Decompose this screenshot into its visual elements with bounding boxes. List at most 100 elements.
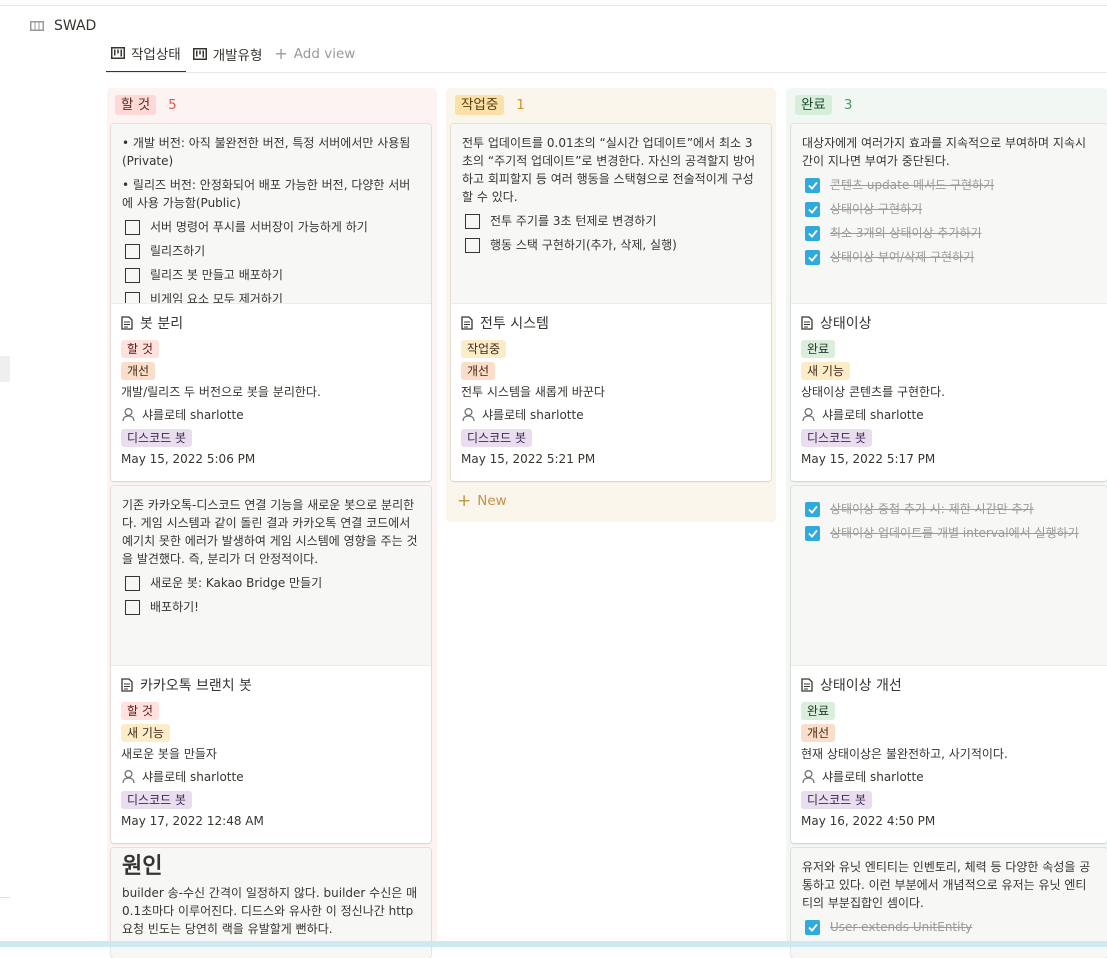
todo-item: 최소 3개의 상태이상 추가하기 <box>805 224 1096 242</box>
checkbox[interactable] <box>465 237 480 253</box>
card-preview: 기존 카카오톡-디스코드 연결 기능을 새로운 봇으로 분리한다. 게임 시스템… <box>111 486 431 666</box>
todo-item: 상태이상 중첩 추가 시: 제한 시간만 추가 <box>805 500 1096 518</box>
page-icon <box>461 316 473 330</box>
card-title: 봇 분리 <box>140 316 184 332</box>
page-icon <box>121 678 133 692</box>
database-title-text: SWAD <box>54 18 97 34</box>
created-date: May 15, 2022 5:17 PM <box>801 452 936 466</box>
checked-checkbox[interactable] <box>805 177 820 193</box>
card-title: 상태이상 개선 <box>820 678 902 694</box>
tab-label: 개발유형 <box>212 48 263 64</box>
status-tag: 완료 <box>801 340 836 358</box>
checked-checkbox[interactable] <box>805 501 820 517</box>
checked-checkbox[interactable] <box>805 525 820 541</box>
avatar-icon <box>122 769 135 783</box>
checkbox[interactable] <box>125 291 140 303</box>
column-label: 작업중 <box>455 95 505 115</box>
column-header-todo[interactable]: 할 것 5 <box>115 95 177 115</box>
preview-bullet: 릴리즈 버전: 안정화되어 배포 가능한 버전, 다양한 서버에 사용 가능함(… <box>122 178 411 210</box>
card-description: 새로운 봇을 만들자 <box>121 747 217 761</box>
created-date: May 16, 2022 4:50 PM <box>801 814 936 828</box>
add-view-label: Add view <box>293 46 356 62</box>
column-count: 1 <box>516 97 525 113</box>
gallery-icon <box>30 21 44 31</box>
card-preview: 전투 업데이트를 0.01초의 “실시간 업데이트”에서 최소 3초의 “주기적… <box>451 124 771 304</box>
todo-item: 콘텐츠 update 메서드 구현하기 <box>805 176 1096 194</box>
plus-icon: + <box>457 491 472 511</box>
todo-item: 서버 명령어 푸시를 서버장이 가능하게 하기 <box>125 218 420 236</box>
type-tag: 개선 <box>461 362 496 380</box>
todo-item: 릴리즈하기 <box>125 242 420 260</box>
checkbox[interactable] <box>125 243 140 259</box>
created-date: May 17, 2022 12:48 AM <box>121 814 264 828</box>
column-header-in-progress[interactable]: 작업중 1 <box>455 95 525 115</box>
checkbox[interactable] <box>125 219 140 235</box>
checkbox[interactable] <box>125 575 140 591</box>
category-tag: 디스코드 봇 <box>121 791 193 809</box>
preview-text: 기존 카카오톡-디스코드 연결 기능을 새로운 봇으로 분리한다. 게임 시스템… <box>122 498 418 566</box>
assignee-name: 샤를로테 sharlotte <box>822 407 924 422</box>
card-status-effect[interactable]: 대상자에게 여러가지 효과를 지속적으로 부여하며 지속시간이 지나면 부여가 … <box>791 124 1107 481</box>
preview-heading: 원인 <box>122 854 163 879</box>
card-battle-system[interactable]: 전투 업데이트를 0.01초의 “실시간 업데이트”에서 최소 3초의 “주기적… <box>451 124 771 481</box>
assignee-name: 샤를로테 sharlotte <box>482 407 584 422</box>
tab-type-board[interactable]: 개발유형 <box>188 44 268 72</box>
checked-checkbox[interactable] <box>805 225 820 241</box>
card-body: 봇 분리 할 것 개선 개발/릴리즈 두 버전으로 봇을 분리한다. 샤를로테 … <box>111 312 431 468</box>
preview-bullet: 개발 버전: 아직 불완전한 버전, 특정 서버에서만 사용됨(Private) <box>122 136 411 168</box>
todo-item: 릴리즈 봇 만들고 배포하기 <box>125 266 420 284</box>
category-tag: 디스코드 봇 <box>121 429 193 447</box>
column-count: 3 <box>843 97 853 113</box>
page-icon <box>801 678 813 692</box>
new-card-button[interactable]: + New <box>457 491 507 511</box>
view-tabs: 작업상태 개발유형 + Add view <box>106 43 360 73</box>
type-tag: 개선 <box>121 362 156 380</box>
bottom-scroll-strip <box>0 941 1107 947</box>
card-bot-split[interactable]: • 개발 버전: 아직 불완전한 버전, 특정 서버에서만 사용됨(Privat… <box>111 124 431 481</box>
type-tag: 개선 <box>801 724 836 742</box>
tab-status-board[interactable]: 작업상태 <box>106 43 186 73</box>
checkbox[interactable] <box>465 213 480 229</box>
column-label: 완료 <box>795 95 832 115</box>
todo-item: 상태이상 구현하기 <box>805 200 1096 218</box>
category-tag: 디스코드 봇 <box>801 791 873 809</box>
board-icon <box>111 47 125 59</box>
preview-text: 유저와 유닛 엔티티는 인벤토리, 체력 등 다양한 속성을 공통하고 있다. … <box>802 860 1091 910</box>
database-title[interactable]: SWAD <box>30 18 96 34</box>
assignee-name: 샤를로테 sharlotte <box>142 407 244 422</box>
checked-checkbox[interactable] <box>805 919 820 935</box>
column-label: 할 것 <box>115 95 157 115</box>
top-border <box>0 5 1107 6</box>
status-tag: 할 것 <box>121 340 159 358</box>
checked-checkbox[interactable] <box>805 249 820 265</box>
todo-item: 배포하기! <box>125 598 420 616</box>
add-view-button[interactable]: + Add view <box>269 46 360 70</box>
views-divider <box>106 72 1107 73</box>
preview-text: builder 송-수신 간격이 일정하지 않다. builder 수신은 매 … <box>122 886 418 936</box>
todo-item: User extends UnitEntity <box>805 918 1096 936</box>
card-title: 전투 시스템 <box>480 316 549 332</box>
card-preview: 상태이상 중첩 추가 시: 제한 시간만 추가 상태이상 업데이트를 개별 in… <box>791 486 1107 666</box>
card-body: 전투 시스템 작업중 개선 전투 시스템을 새롭게 바꾼다 샤를로테 sharl… <box>451 312 771 468</box>
todo-item: 전투 주기를 3초 턴제로 변경하기 <box>465 212 760 230</box>
card-kakao-branch-bot[interactable]: 기존 카카오톡-디스코드 연결 기능을 새로운 봇으로 분리한다. 게임 시스템… <box>111 486 431 843</box>
card-description: 현재 상태이상은 불완전하고, 사기적이다. <box>801 747 1008 761</box>
preview-text: 전투 업데이트를 0.01초의 “실시간 업데이트”에서 최소 3초의 “주기적… <box>462 136 756 204</box>
page-icon <box>801 316 813 330</box>
card-status-effect-improve[interactable]: 상태이상 중첩 추가 시: 제한 시간만 추가 상태이상 업데이트를 개별 in… <box>791 486 1107 843</box>
card-body: 상태이상 개선 완료 개선 현재 상태이상은 불완전하고, 사기적이다. 샤를로… <box>791 674 1107 830</box>
card-description: 개발/릴리즈 두 버전으로 봇을 분리한다. <box>121 385 321 399</box>
card-preview: 대상자에게 여러가지 효과를 지속적으로 부여하며 지속시간이 지나면 부여가 … <box>791 124 1107 304</box>
assignee: 샤를로테 sharlotte <box>801 767 1097 785</box>
status-tag: 완료 <box>801 702 836 720</box>
checked-checkbox[interactable] <box>805 201 820 217</box>
tab-label: 작업상태 <box>131 47 181 63</box>
created-date: May 15, 2022 5:06 PM <box>121 452 256 466</box>
card-title: 카카오톡 브랜치 봇 <box>140 678 252 694</box>
column-header-done[interactable]: 완료 3 <box>795 95 852 115</box>
card-description: 상태이상 콘텐츠를 구현한다. <box>801 385 945 399</box>
preview-text: 대상자에게 여러가지 효과를 지속적으로 부여하며 지속시간이 지나면 부여가 … <box>802 136 1087 168</box>
avatar-icon <box>802 407 815 421</box>
checkbox[interactable] <box>125 267 140 283</box>
checkbox[interactable] <box>125 599 140 615</box>
